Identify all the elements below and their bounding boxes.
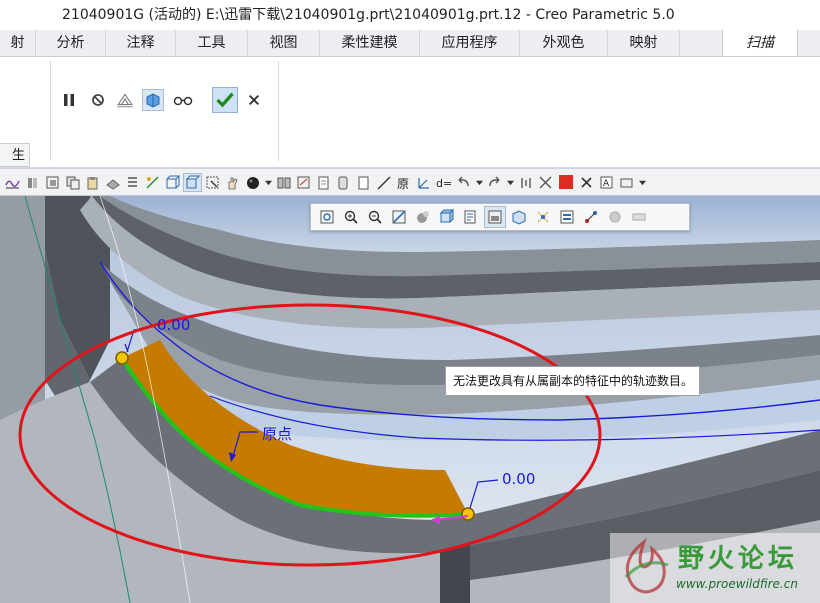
tab-2[interactable]: 注释 bbox=[106, 30, 176, 56]
note-icon[interactable] bbox=[315, 174, 332, 191]
geometry-preview-icon bbox=[117, 93, 133, 108]
dim-display-icon[interactable] bbox=[629, 207, 649, 227]
left-panel-tab[interactable]: 生 bbox=[0, 143, 30, 167]
tooltip: 无法更改具有从属副本的特征中的轨迹数目。 bbox=[445, 366, 700, 396]
zoom-out-icon[interactable] bbox=[365, 207, 385, 227]
redo-icon[interactable] bbox=[486, 174, 503, 191]
sketch-wave-icon[interactable] bbox=[4, 174, 21, 191]
sphere-icon[interactable] bbox=[244, 174, 261, 191]
model-display-icon[interactable] bbox=[605, 207, 625, 227]
tab-0[interactable]: 射 bbox=[0, 30, 36, 56]
feature-preview-button[interactable] bbox=[142, 89, 164, 111]
dim-label-end[interactable]: 0.00 bbox=[502, 470, 535, 488]
dropdown-arrow-icon[interactable] bbox=[506, 174, 514, 191]
dimension-icon[interactable]: d= bbox=[435, 174, 452, 191]
origin-label: 原点 bbox=[262, 425, 293, 443]
pause-icon bbox=[64, 94, 74, 106]
geometry-preview-button[interactable] bbox=[114, 89, 136, 111]
tab-6[interactable]: 应用程序 bbox=[420, 30, 520, 56]
display-style-icon[interactable] bbox=[437, 207, 457, 227]
dropdown-arrow-icon[interactable] bbox=[638, 174, 646, 191]
doc-icon[interactable] bbox=[355, 174, 372, 191]
ok-button[interactable] bbox=[212, 87, 238, 113]
tab-8[interactable]: 映射 bbox=[608, 30, 680, 56]
view-toolbar bbox=[310, 203, 690, 231]
tab-5[interactable]: 柔性建模 bbox=[320, 30, 420, 56]
checkmark-icon bbox=[216, 92, 234, 108]
view-manager-icon[interactable] bbox=[484, 206, 506, 228]
close-icon bbox=[248, 94, 260, 106]
regen-x-icon[interactable] bbox=[537, 174, 554, 191]
undo-icon[interactable] bbox=[455, 174, 472, 191]
measure-icon[interactable] bbox=[295, 174, 312, 191]
no-preview-icon bbox=[92, 94, 104, 106]
settings-icon[interactable] bbox=[618, 174, 635, 191]
chain-start-point[interactable] bbox=[115, 351, 129, 365]
dim-label-start[interactable]: 0.00 bbox=[157, 316, 190, 334]
glasses-icon bbox=[173, 96, 193, 106]
cross-icon[interactable] bbox=[578, 174, 595, 191]
refit-icon[interactable] bbox=[317, 207, 337, 227]
clip-icon[interactable] bbox=[335, 174, 352, 191]
perspective-icon[interactable] bbox=[509, 207, 529, 227]
paste-icon[interactable] bbox=[84, 174, 101, 191]
tab-1[interactable]: 分析 bbox=[36, 30, 106, 56]
watermark-url: www.proewildfire.cn bbox=[676, 577, 798, 591]
chain-end-point[interactable] bbox=[461, 507, 475, 521]
datum-icon[interactable] bbox=[144, 174, 161, 191]
surface-icon[interactable] bbox=[104, 174, 121, 191]
dropdown-arrow-icon[interactable] bbox=[475, 174, 483, 191]
copy-icon[interactable] bbox=[64, 174, 81, 191]
regen-icon[interactable] bbox=[517, 174, 534, 191]
cancel-button[interactable] bbox=[243, 89, 265, 111]
axis-icon[interactable] bbox=[415, 174, 432, 191]
annotation-display-icon[interactable] bbox=[557, 207, 577, 227]
sweep-ribbon bbox=[0, 57, 820, 167]
hand-icon[interactable] bbox=[224, 174, 241, 191]
pattern-icon[interactable] bbox=[124, 174, 141, 191]
verify-mode-button[interactable] bbox=[172, 89, 194, 111]
appearance-icon[interactable] bbox=[413, 207, 433, 227]
svg-text:d=: d= bbox=[436, 177, 451, 190]
dropdown-arrow-icon[interactable] bbox=[264, 174, 272, 191]
extrude-icon[interactable] bbox=[24, 174, 41, 191]
zoom-in-icon[interactable] bbox=[341, 207, 361, 227]
tab-9[interactable]: 扫描 bbox=[722, 30, 798, 56]
tab-7[interactable]: 外观色 bbox=[520, 30, 608, 56]
watermark-title: 野火论坛 bbox=[678, 544, 799, 574]
layer-icon[interactable] bbox=[44, 174, 61, 191]
saved-views-icon[interactable] bbox=[461, 207, 481, 227]
svg-text:A: A bbox=[603, 179, 610, 189]
origin-icon[interactable]: 原 bbox=[395, 174, 412, 191]
flame-logo-icon bbox=[624, 537, 669, 594]
pause-button[interactable] bbox=[58, 89, 80, 111]
window-title: 21040901G (活动的) E:\迅雷下载\21040901g.prt\21… bbox=[0, 0, 820, 30]
tab-3[interactable]: 工具 bbox=[176, 30, 248, 56]
repaint-icon[interactable] bbox=[389, 207, 409, 227]
text-icon[interactable]: A bbox=[598, 174, 615, 191]
wireframe-icon[interactable] bbox=[164, 174, 181, 191]
no-preview-button[interactable] bbox=[87, 89, 109, 111]
tab-4[interactable]: 视图 bbox=[248, 30, 320, 56]
align-icon[interactable] bbox=[275, 174, 292, 191]
feature-preview-icon bbox=[146, 93, 160, 108]
svg-text:原: 原 bbox=[397, 177, 409, 190]
slash-icon[interactable] bbox=[375, 174, 392, 191]
datum-display-icon[interactable] bbox=[533, 207, 553, 227]
ribbon-tabs: 射分析 注释 工具 视图 柔性建模 应用程序 外观色 映射 扫描 bbox=[0, 30, 820, 57]
shaded-icon[interactable] bbox=[183, 172, 202, 192]
graphics-toolbar: 原 d= A bbox=[0, 168, 820, 196]
stop-icon[interactable] bbox=[559, 175, 573, 189]
select-icon[interactable] bbox=[204, 174, 221, 191]
spin-center-icon[interactable] bbox=[581, 207, 601, 227]
